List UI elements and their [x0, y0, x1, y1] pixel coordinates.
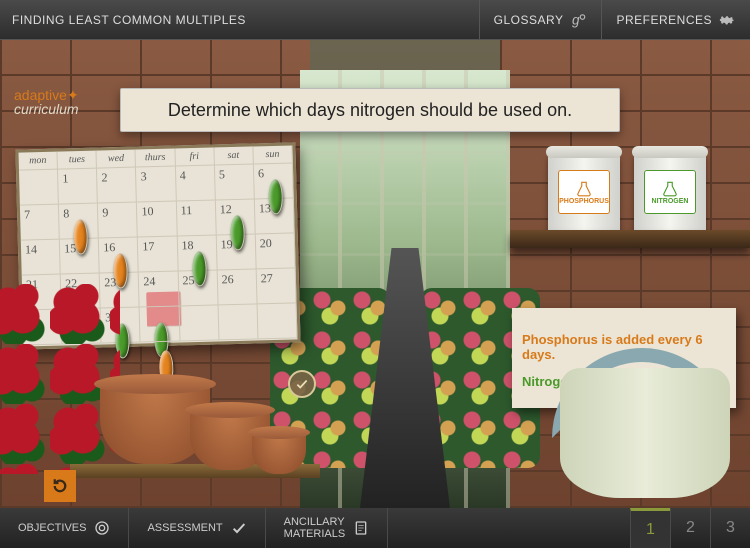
phosphorus-label-text: PHOSPHORUS: [559, 198, 609, 205]
flask-icon: [575, 180, 593, 198]
calendar-cell[interactable]: 15: [60, 239, 100, 275]
scene: adaptive✦ curriculum Determine which day…: [0, 40, 750, 508]
calendar-day-header: tues: [58, 151, 98, 170]
calendar-cell[interactable]: 3: [136, 167, 176, 203]
calendar-cell: [140, 306, 180, 342]
check-icon: [231, 520, 247, 536]
top-bar: FINDING LEAST COMMON MULTIPLES GLOSSARY …: [0, 0, 750, 40]
calendar-day-header: thurs: [136, 149, 176, 168]
calendar-cell[interactable]: 5: [215, 164, 255, 200]
calendar-cell[interactable]: 16: [99, 238, 139, 274]
calendar-cell[interactable]: 27: [256, 268, 296, 304]
preferences-button[interactable]: PREFERENCES: [601, 0, 750, 39]
objectives-label: OBJECTIVES: [18, 522, 86, 534]
calendar-cell[interactable]: 2: [97, 168, 137, 204]
calendar-cell: [257, 303, 297, 339]
page-title: FINDING LEAST COMMON MULTIPLES: [0, 13, 246, 27]
calendar-cell[interactable]: 24: [139, 271, 179, 307]
calendar-cell[interactable]: 1: [58, 169, 98, 205]
page-2[interactable]: 2: [670, 508, 710, 548]
calendar-cell[interactable]: 4: [175, 165, 215, 201]
svg-text:g: g: [572, 12, 580, 27]
calendar-cell: [179, 305, 219, 341]
ancillary-button[interactable]: ANCILLARY MATERIALS: [266, 508, 389, 548]
logo-line2: curriculum: [14, 101, 79, 117]
glossary-icon: g: [569, 11, 587, 29]
objectives-button[interactable]: OBJECTIVES: [0, 508, 129, 548]
calendar-cell[interactable]: 8: [59, 204, 99, 240]
calendar-day-header: fri: [175, 147, 215, 166]
check-icon: [295, 377, 309, 391]
flask-icon: [661, 180, 679, 198]
page-3[interactable]: 3: [710, 508, 750, 548]
nitrogen-label-text: NITROGEN: [652, 198, 689, 205]
check-button[interactable]: [288, 370, 316, 398]
page-1[interactable]: 1: [630, 508, 670, 548]
reset-button[interactable]: [44, 470, 76, 502]
watering-can: [560, 368, 730, 498]
assessment-label: ASSESSMENT: [147, 522, 222, 534]
calendar-cell[interactable]: 13: [255, 198, 295, 234]
calendar-cell[interactable]: 9: [98, 203, 138, 239]
phosphorus-label: PHOSPHORUS: [558, 170, 610, 214]
calendar-cell[interactable]: 26: [217, 269, 257, 305]
target-icon: [94, 520, 110, 536]
instruction-banner: Determine which days nitrogen should be …: [120, 88, 620, 132]
phosphorus-container[interactable]: PHOSPHORUS: [548, 152, 620, 240]
glossary-button[interactable]: GLOSSARY g: [479, 0, 602, 39]
calendar-cell[interactable]: 20: [256, 233, 296, 269]
calendar-cell[interactable]: 11: [176, 200, 216, 236]
calendar-cell: [19, 170, 59, 206]
calendar-day-header: wed: [97, 150, 137, 169]
reset-icon: [51, 477, 69, 495]
calendar-cell[interactable]: 18: [177, 235, 217, 271]
nitrogen-container[interactable]: NITROGEN: [634, 152, 706, 240]
calendar-day-header: mon: [19, 152, 59, 171]
document-icon: [353, 520, 369, 536]
spacer: [388, 508, 630, 548]
ancillary-label: ANCILLARY MATERIALS: [284, 516, 346, 540]
calendar-day-header: sat: [214, 146, 254, 165]
calendar-cell[interactable]: 14: [21, 240, 61, 276]
page-nav: 123: [630, 508, 750, 548]
glossary-label: GLOSSARY: [494, 13, 564, 27]
calendar-cell[interactable]: 7: [20, 205, 60, 241]
top-right-group: GLOSSARY g PREFERENCES: [479, 0, 750, 39]
greenhouse: [300, 70, 510, 508]
nitrogen-label: NITROGEN: [644, 170, 696, 214]
preferences-label: PREFERENCES: [616, 13, 712, 27]
assessment-button[interactable]: ASSESSMENT: [129, 508, 265, 548]
brand-logo: adaptive✦ curriculum: [14, 88, 79, 116]
calendar-cell: [218, 304, 258, 340]
calendar-cell[interactable]: 6: [254, 163, 294, 199]
shelf: [510, 230, 750, 248]
calendar-cell[interactable]: 25: [178, 270, 218, 306]
gear-icon: [718, 11, 736, 29]
calendar-day-header: sun: [253, 145, 293, 164]
calendar-cell[interactable]: 12: [216, 199, 256, 235]
calendar-cell[interactable]: 19: [216, 234, 256, 270]
calendar-cell[interactable]: 17: [138, 236, 178, 272]
calendar-cell[interactable]: 10: [137, 202, 177, 238]
bottom-bar: OBJECTIVES ASSESSMENT ANCILLARY MATERIAL…: [0, 508, 750, 548]
instruction-text: Determine which days nitrogen should be …: [168, 100, 572, 121]
